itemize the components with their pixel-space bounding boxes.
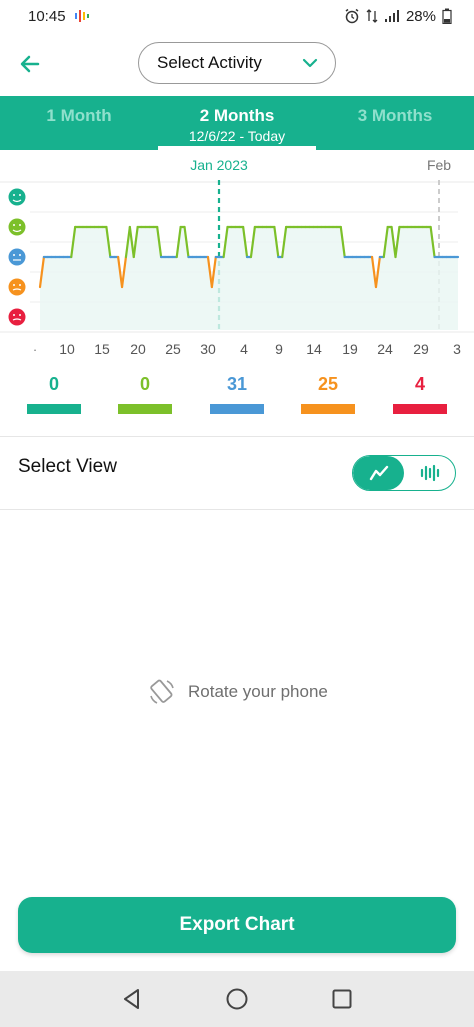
- total-bar: [301, 404, 355, 414]
- x-tick-label: 29: [413, 341, 429, 357]
- square-recents-icon: [332, 989, 352, 1009]
- divider: [0, 509, 474, 510]
- face-eye: [13, 314, 15, 316]
- total-bad: 25: [301, 374, 355, 414]
- tab-date-range: 12/6/22 - Today: [188, 128, 286, 144]
- select-activity-dropdown[interactable]: Select Activity: [138, 42, 336, 84]
- select-view-label: Select View: [18, 456, 117, 477]
- x-tick-label: 24: [377, 341, 393, 357]
- x-tick-label: 10: [59, 341, 75, 357]
- tab-3-months[interactable]: 3 Months: [316, 96, 474, 150]
- total-value: 25: [317, 374, 339, 394]
- x-tick-label: 25: [165, 341, 181, 357]
- line-view-button[interactable]: [353, 456, 404, 490]
- status-time: 10:45: [28, 7, 66, 25]
- rad-face-icon: [8, 188, 26, 206]
- mood-line-chart: Jan 2023 Feb · 10 15 20 25 30 4 9 14 19 24 29 3: [0, 157, 474, 357]
- good-face-icon: [8, 218, 26, 236]
- face-eye: [19, 284, 21, 286]
- total-meh: 31: [210, 374, 264, 414]
- battery-percent: 28%: [405, 7, 436, 25]
- arrow-left-icon: [20, 55, 40, 73]
- header: Select Activity: [0, 36, 474, 92]
- face-eye: [19, 194, 21, 196]
- signal-icon: [384, 10, 399, 22]
- select-activity-label: Select Activity: [157, 53, 262, 72]
- total-awful: 4: [393, 374, 447, 414]
- month-label: Jan 2023: [190, 157, 248, 173]
- total-value: 4: [414, 374, 425, 394]
- system-nav-bar: [0, 971, 474, 1027]
- face-eye: [13, 224, 15, 226]
- x-tick-label: 9: [275, 341, 283, 357]
- total-bar: [210, 404, 264, 414]
- month-label: Feb: [427, 157, 451, 173]
- tab-1-month[interactable]: 1 Month: [0, 96, 158, 150]
- face-eye: [19, 224, 21, 226]
- x-tick-label: 20: [130, 341, 146, 357]
- total-value: 0: [139, 374, 150, 394]
- total-rad: 0: [27, 374, 81, 414]
- chevron-down-icon: [302, 58, 318, 68]
- total-bar: [393, 404, 447, 414]
- rotate-hint-text: Rotate your phone: [188, 682, 328, 701]
- total-value: 0: [48, 374, 59, 394]
- view-toggle: [352, 455, 456, 491]
- tab-label: 2 Months: [199, 106, 275, 125]
- face-eye: [19, 314, 21, 316]
- x-tick-label: 4: [240, 341, 248, 357]
- triangle-back-icon: [124, 989, 140, 1009]
- face-eye: [13, 284, 15, 286]
- x-tick-label: 3: [453, 341, 461, 357]
- x-tick-label: 30: [200, 341, 216, 357]
- face-eye: [19, 254, 21, 256]
- nav-recents-button[interactable]: [322, 979, 362, 1019]
- x-tick-label: 14: [306, 341, 322, 357]
- tab-2-months[interactable]: 2 Months 12/6/22 - Today: [158, 96, 316, 150]
- status-bar: 10:45 28%: [0, 0, 474, 32]
- awful-face-icon: [8, 308, 26, 326]
- bar-chart-icon: [420, 464, 439, 482]
- mood-chart: Jan 2023 Feb · 10 15 20 25 30 4 9 14 19 24 29 3: [0, 150, 474, 365]
- x-tick-label: 19: [342, 341, 358, 357]
- x-tick-dot: ·: [33, 342, 37, 357]
- tab-label: 3 Months: [357, 106, 433, 125]
- total-value: 31: [226, 374, 248, 394]
- total-bar: [27, 404, 81, 414]
- bar-view-button[interactable]: [404, 456, 455, 490]
- assistant-icon: [74, 10, 89, 22]
- alarm-icon: [345, 8, 359, 24]
- export-chart-button[interactable]: Export Chart: [18, 897, 456, 953]
- nav-home-button[interactable]: [217, 979, 257, 1019]
- range-tabs: 1 Month 2 Months 12/6/22 - Today 3 Month…: [0, 96, 474, 150]
- line-chart-icon: [369, 465, 388, 481]
- rotate-hint: Rotate your phone: [148, 678, 328, 706]
- meh-face-icon: [8, 248, 26, 266]
- circle-home-icon: [226, 988, 248, 1010]
- total-good: 0: [118, 374, 172, 414]
- data-arrows-icon: [366, 9, 378, 23]
- total-bar: [118, 404, 172, 414]
- face-eye: [13, 194, 15, 196]
- divider: [0, 436, 474, 437]
- x-tick-label: 15: [94, 341, 110, 357]
- battery-icon: [442, 8, 452, 24]
- rotate-phone-icon: [150, 679, 174, 704]
- tab-label: 1 Month: [46, 106, 112, 125]
- nav-back-button[interactable]: [112, 979, 152, 1019]
- bad-face-icon: [8, 278, 26, 296]
- back-button[interactable]: [14, 48, 46, 80]
- face-eye: [13, 254, 15, 256]
- mood-totals: 0 0 31 25 4: [0, 374, 474, 424]
